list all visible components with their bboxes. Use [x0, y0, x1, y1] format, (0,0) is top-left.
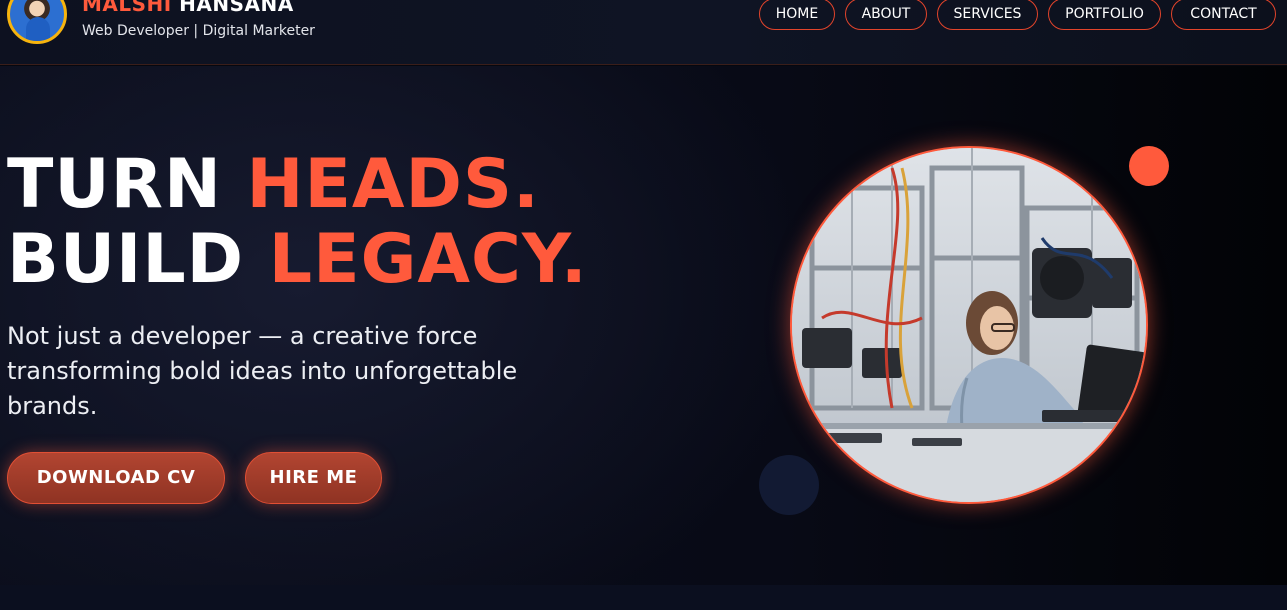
brand-last-name: HANSANA: [171, 0, 294, 16]
headline-line-1-accent: HEADS.: [246, 145, 540, 224]
hero-tagline: Not just a developer — a creative force …: [7, 322, 518, 420]
hire-me-button[interactable]: HIRE ME: [245, 452, 382, 504]
headline-line-2-white: BUILD: [7, 220, 269, 299]
avatar[interactable]: [7, 0, 67, 44]
hero-section: TURN HEADS. BUILD LEGACY. Not just a dev…: [0, 66, 1287, 585]
hero-photo: [790, 146, 1148, 504]
nav-about-button[interactable]: ABOUT: [845, 0, 927, 30]
brand-name[interactable]: MALSHI HANSANA: [82, 0, 294, 16]
nav-home-button[interactable]: HOME: [759, 0, 835, 30]
site-header: MALSHI HANSANA Web Developer | Digital M…: [0, 0, 1287, 65]
nav-services-button[interactable]: SERVICES: [937, 0, 1038, 30]
decorative-navy-dot: [759, 455, 819, 515]
brand-first-name: MALSHI: [82, 0, 172, 16]
download-cv-button[interactable]: DOWNLOAD CV: [7, 452, 225, 504]
headline-line-1-white: TURN: [7, 145, 247, 224]
nav-portfolio-button[interactable]: PORTFOLIO: [1048, 0, 1161, 30]
decorative-orange-dot: [1129, 146, 1169, 186]
headline-line-1: TURN HEADS.: [7, 151, 540, 219]
headline-line-2-accent: LEGACY.: [268, 220, 588, 299]
headline-line-2: BUILD LEGACY.: [7, 226, 588, 294]
engineer-at-workbench-illustration: [792, 148, 1146, 502]
next-section-strip: [0, 585, 1287, 610]
nav-contact-button[interactable]: CONTACT: [1171, 0, 1276, 30]
brand-subtitle: Web Developer | Digital Marketer: [82, 23, 315, 39]
